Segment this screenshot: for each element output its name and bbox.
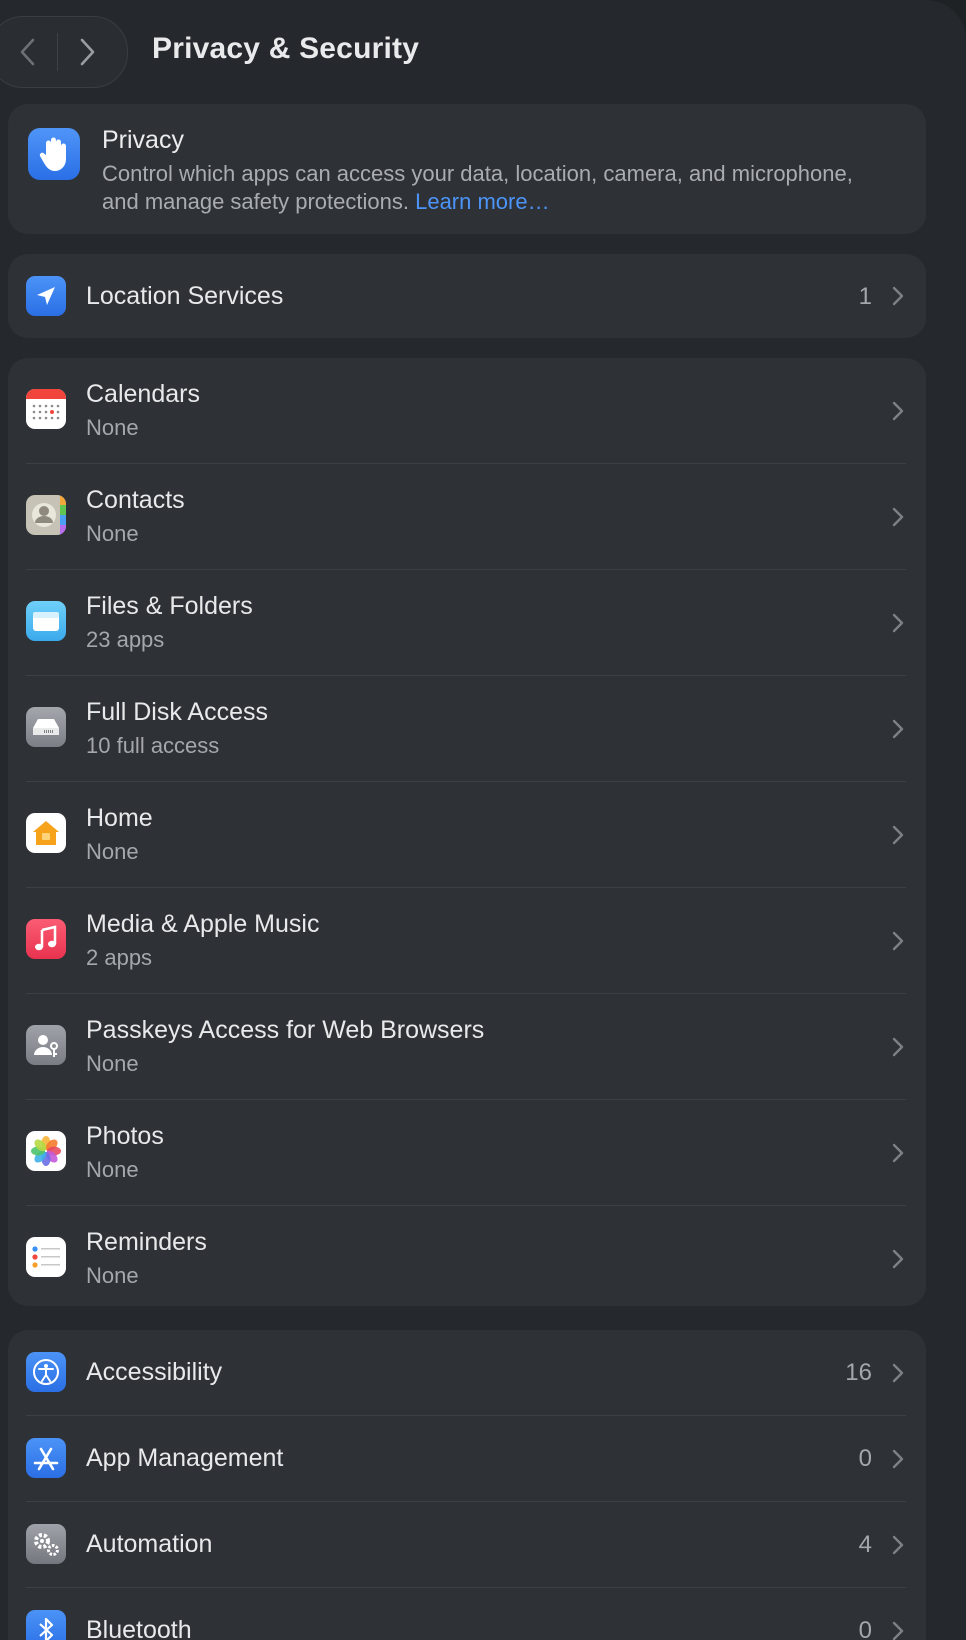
toolbar: Privacy & Security [0, 0, 966, 104]
system-row-automation[interactable]: Automation 4 [8, 1502, 926, 1588]
gears-icon [26, 1524, 66, 1564]
chevron-right-icon [892, 401, 904, 421]
permission-row-photos[interactable]: Photos None [8, 1100, 926, 1206]
row-label: Contacts [86, 486, 185, 514]
row-label: Location Services [86, 282, 284, 310]
location-services-card: Location Services 1 [8, 254, 926, 338]
row-count: 4 [858, 1531, 872, 1558]
page-title: Privacy & Security [152, 32, 420, 65]
system-row-accessibility[interactable]: Accessibility 16 [8, 1330, 926, 1416]
privacy-description: Control which apps can access your data,… [102, 160, 862, 216]
chevron-right-icon [892, 825, 904, 845]
row-label: Passkeys Access for Web Browsers [86, 1016, 485, 1044]
chevron-right-icon [892, 507, 904, 527]
privacy-intro-card: Privacy Control which apps can access yo… [8, 104, 926, 234]
row-label: Full Disk Access [86, 698, 268, 726]
location-services-row[interactable]: Location Services 1 [8, 254, 926, 338]
system-row-app-management[interactable]: App Management 0 [8, 1416, 926, 1502]
system-row-bluetooth[interactable]: Bluetooth 0 [8, 1588, 926, 1640]
row-count: 0 [858, 1617, 872, 1640]
chevron-right-icon [892, 1363, 904, 1383]
location-arrow-icon [26, 276, 66, 316]
privacy-title: Privacy [102, 126, 184, 154]
permission-row-passkeys[interactable]: Passkeys Access for Web Browsers None [8, 994, 926, 1100]
row-count: 16 [845, 1359, 872, 1386]
passkey-icon [26, 1025, 66, 1065]
permission-row-home[interactable]: Home None [8, 782, 926, 888]
chevron-right-icon [892, 1449, 904, 1469]
row-sublabel: None [86, 1263, 139, 1288]
folder-icon [26, 601, 66, 641]
home-icon [26, 813, 66, 853]
navigation-buttons [0, 16, 128, 88]
row-label: Calendars [86, 380, 200, 408]
chevron-right-icon [892, 1037, 904, 1057]
row-sublabel: 2 apps [86, 945, 153, 970]
learn-more-link[interactable]: Learn more… [415, 189, 550, 214]
permission-row-media-apple-music[interactable]: Media & Apple Music 2 apps [8, 888, 926, 994]
row-label: Reminders [86, 1228, 207, 1256]
permission-row-reminders[interactable]: Reminders None [8, 1206, 926, 1306]
back-button[interactable] [0, 22, 57, 82]
music-icon [26, 919, 66, 959]
chevron-right-icon [892, 931, 904, 951]
chevron-right-icon [892, 1621, 904, 1640]
photos-icon [26, 1131, 66, 1171]
row-label: Accessibility [86, 1358, 223, 1386]
chevron-right-icon [892, 613, 904, 633]
chevron-left-icon [20, 38, 35, 66]
row-sublabel: None [86, 1157, 139, 1182]
chevron-right-icon [892, 719, 904, 739]
chevron-right-icon [892, 1249, 904, 1269]
system-permissions-card: Accessibility 16 App Management 0 Automa… [8, 1330, 926, 1640]
row-label: Automation [86, 1530, 213, 1558]
disk-icon [26, 707, 66, 747]
app-store-icon [26, 1438, 66, 1478]
row-sublabel: 23 apps [86, 627, 165, 652]
permission-row-files-folders[interactable]: Files & Folders 23 apps [8, 570, 926, 676]
row-label: Photos [86, 1122, 164, 1150]
contacts-icon [26, 495, 66, 535]
row-sublabel: None [86, 415, 139, 440]
row-sublabel: 10 full access [86, 733, 220, 758]
calendar-icon [26, 389, 66, 429]
row-label: Home [86, 804, 153, 832]
hand-icon [28, 128, 80, 180]
forward-button[interactable] [58, 22, 118, 82]
bluetooth-icon [26, 1610, 66, 1640]
chevron-right-icon [892, 286, 904, 306]
row-sublabel: None [86, 521, 139, 546]
permission-row-contacts[interactable]: Contacts None [8, 464, 926, 570]
accessibility-icon [26, 1352, 66, 1392]
row-label: Media & Apple Music [86, 910, 320, 938]
settings-window: Privacy & Security Privacy Control which… [0, 0, 966, 1640]
row-label: Files & Folders [86, 592, 253, 620]
row-sublabel: None [86, 1051, 139, 1076]
permission-row-calendars[interactable]: Calendars None [8, 358, 926, 464]
reminders-icon [26, 1237, 66, 1277]
row-label: Bluetooth [86, 1616, 192, 1640]
row-label: App Management [86, 1444, 284, 1472]
chevron-right-icon [892, 1143, 904, 1163]
app-permissions-card: Calendars None Contacts None Files & Fol… [8, 358, 926, 1306]
row-sublabel: None [86, 839, 139, 864]
row-count: 1 [858, 283, 872, 310]
chevron-right-icon [892, 1535, 904, 1555]
chevron-right-icon [80, 38, 95, 66]
row-count: 0 [858, 1445, 872, 1472]
permission-row-full-disk-access[interactable]: Full Disk Access 10 full access [8, 676, 926, 782]
